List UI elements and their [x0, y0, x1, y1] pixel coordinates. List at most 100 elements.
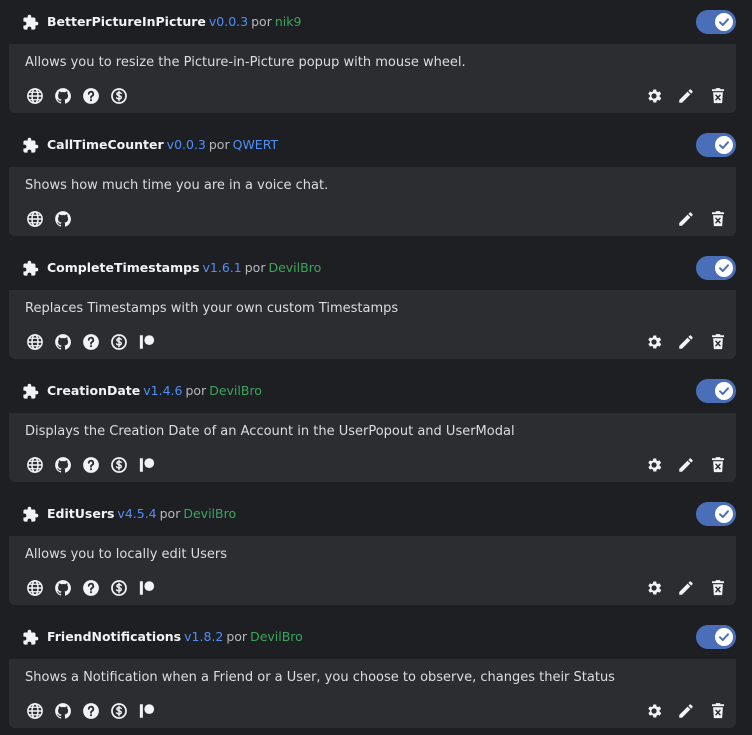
edit-button[interactable] — [676, 332, 696, 352]
help-icon — [83, 580, 99, 596]
website-icon — [27, 334, 43, 350]
plugin-name: CompleteTimestamps — [47, 260, 200, 275]
check-icon — [719, 264, 729, 272]
plugin-description: Replaces Timestamps with your own custom… — [25, 301, 399, 316]
edit-button[interactable] — [676, 86, 696, 106]
delete-button[interactable] — [708, 578, 728, 598]
help-link[interactable] — [81, 455, 101, 475]
plugin-by: por — [159, 506, 181, 521]
toggle-knob — [715, 628, 733, 646]
plugin-author[interactable]: DevilBro — [183, 506, 236, 521]
delete-button[interactable] — [708, 332, 728, 352]
help-icon — [83, 703, 99, 719]
puzzle-icon — [23, 629, 39, 645]
patreon-link[interactable] — [137, 701, 157, 721]
toggle-knob — [715, 505, 733, 523]
help-link[interactable] — [81, 701, 101, 721]
plugin-header: CallTimeCounter v0.0.3 por QWERT — [9, 123, 736, 167]
plugin-author[interactable]: DevilBro — [209, 383, 262, 398]
github-link[interactable] — [53, 209, 73, 229]
plugin-actions — [644, 701, 728, 721]
github-link[interactable] — [53, 332, 73, 352]
settings-button[interactable] — [644, 578, 664, 598]
delete-button[interactable] — [708, 455, 728, 475]
plugin-enable-toggle[interactable] — [696, 256, 736, 280]
plugin-enable-toggle[interactable] — [696, 10, 736, 34]
delete-icon — [712, 457, 724, 473]
help-link[interactable] — [81, 578, 101, 598]
plugin-name: BetterPictureInPicture — [47, 14, 206, 29]
patreon-link[interactable] — [137, 332, 157, 352]
donate-icon — [111, 88, 127, 104]
settings-button[interactable] — [644, 332, 664, 352]
donate-link[interactable] — [109, 701, 129, 721]
plugin-title: FriendNotifications v1.8.2 por DevilBro — [47, 628, 303, 646]
plugin-author[interactable]: QWERT — [233, 137, 279, 152]
github-link[interactable] — [53, 701, 73, 721]
delete-icon — [712, 703, 724, 719]
delete-button[interactable] — [708, 209, 728, 229]
donate-link[interactable] — [109, 86, 129, 106]
website-link[interactable] — [25, 701, 45, 721]
donate-icon — [111, 580, 127, 596]
help-link[interactable] — [81, 332, 101, 352]
github-icon — [55, 457, 71, 473]
patreon-link[interactable] — [137, 578, 157, 598]
plugin-version: v0.0.3 — [208, 14, 249, 29]
toggle-knob — [715, 136, 733, 154]
github-link[interactable] — [53, 455, 73, 475]
plugin-name: FriendNotifications — [47, 629, 182, 644]
patreon-icon — [139, 335, 155, 349]
github-link[interactable] — [53, 578, 73, 598]
plugin-title: EditUsers v4.5.4 por DevilBro — [47, 505, 236, 523]
plugin-author[interactable]: DevilBro — [250, 629, 303, 644]
settings-icon — [648, 89, 662, 103]
settings-button[interactable] — [644, 455, 664, 475]
plugin-name: EditUsers — [47, 506, 115, 521]
plugin-card: CompleteTimestamps v1.6.1 por DevilBro Repl… — [9, 246, 736, 359]
plugin-links — [25, 455, 157, 475]
github-icon — [55, 211, 71, 227]
edit-button[interactable] — [676, 701, 696, 721]
edit-button[interactable] — [676, 455, 696, 475]
donate-link[interactable] — [109, 455, 129, 475]
plugin-enable-toggle[interactable] — [696, 625, 736, 649]
plugin-enable-toggle[interactable] — [696, 379, 736, 403]
edit-button[interactable] — [676, 209, 696, 229]
plugin-header: BetterPictureInPicture v0.0.3 por nik9 — [9, 0, 736, 44]
delete-button[interactable] — [708, 701, 728, 721]
settings-button[interactable] — [644, 701, 664, 721]
plugin-enable-toggle[interactable] — [696, 133, 736, 157]
plugin-description: Allows you to resize the Picture-in-Pict… — [25, 55, 466, 70]
toggle-knob — [715, 13, 733, 31]
plugin-by: por — [244, 260, 266, 275]
github-icon — [55, 580, 71, 596]
puzzle-icon — [23, 14, 39, 30]
website-link[interactable] — [25, 455, 45, 475]
plugin-enable-toggle[interactable] — [696, 502, 736, 526]
plugin-author[interactable]: nik9 — [275, 14, 302, 29]
website-link[interactable] — [25, 86, 45, 106]
plugin-links — [25, 332, 157, 352]
plugin-title: BetterPictureInPicture v0.0.3 por nik9 — [47, 13, 301, 31]
donate-link[interactable] — [109, 578, 129, 598]
check-icon — [719, 633, 729, 641]
help-link[interactable] — [81, 86, 101, 106]
toggle-knob — [715, 259, 733, 277]
delete-button[interactable] — [708, 86, 728, 106]
patreon-link[interactable] — [137, 455, 157, 475]
website-link[interactable] — [25, 332, 45, 352]
website-link[interactable] — [25, 578, 45, 598]
plugin-card: CallTimeCounter v0.0.3 por QWERT Shows how … — [9, 123, 736, 236]
github-link[interactable] — [53, 86, 73, 106]
plugin-description: Displays the Creation Date of an Account… — [25, 424, 515, 439]
plugin-author[interactable]: DevilBro — [268, 260, 321, 275]
donate-icon — [111, 334, 127, 350]
website-icon — [27, 211, 43, 227]
donate-link[interactable] — [109, 332, 129, 352]
website-link[interactable] — [25, 209, 45, 229]
settings-button[interactable] — [644, 86, 664, 106]
plugin-name: CallTimeCounter — [47, 137, 164, 152]
github-icon — [55, 88, 71, 104]
edit-button[interactable] — [676, 578, 696, 598]
